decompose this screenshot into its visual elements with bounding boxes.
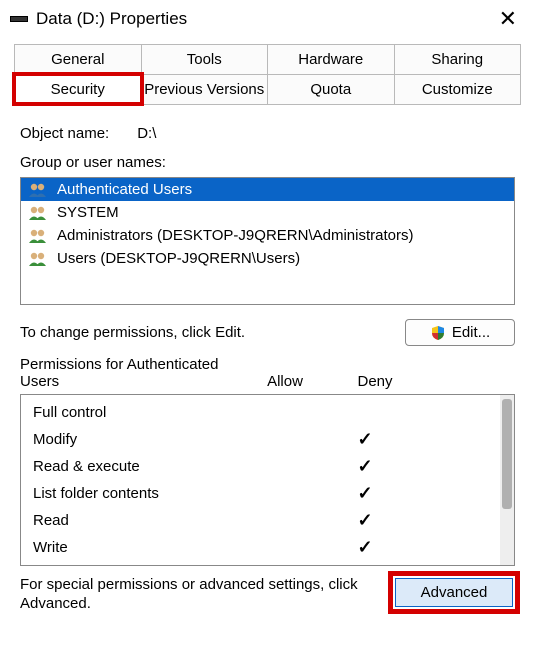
permissions-scrollbar[interactable] xyxy=(500,395,514,565)
titlebar: Data (D:) Properties ✕ xyxy=(0,0,535,36)
permissions-rows[interactable]: Full control Modify ✓ Read & execute ✓ L… xyxy=(21,395,500,565)
tab-strip: General Tools Hardware Sharing Security … xyxy=(14,44,521,105)
tab-quota[interactable]: Quota xyxy=(268,74,395,104)
advanced-button[interactable]: Advanced xyxy=(395,578,513,607)
list-item[interactable]: Users (DESKTOP-J9QRERN\Users) xyxy=(21,247,514,270)
perm-name: Modify xyxy=(33,431,320,448)
list-item-label: Administrators (DESKTOP-J9QRERN\Administ… xyxy=(57,227,413,244)
scrollbar-thumb[interactable] xyxy=(502,399,512,509)
window-title: Data (D:) Properties xyxy=(36,9,491,29)
tab-customize[interactable]: Customize xyxy=(395,74,522,104)
drive-icon xyxy=(10,16,28,22)
users-icon xyxy=(27,251,49,267)
list-item[interactable]: SYSTEM xyxy=(21,201,514,224)
advanced-hint: For special permissions or advanced sett… xyxy=(20,576,383,614)
tab-previous-versions[interactable]: Previous Versions xyxy=(142,74,269,104)
advanced-row: For special permissions or advanced sett… xyxy=(20,576,515,614)
edit-button[interactable]: Edit... xyxy=(405,319,515,346)
advanced-highlight: Advanced xyxy=(393,576,515,609)
table-row[interactable]: Read & execute ✓ xyxy=(33,453,500,480)
allow-column-header: Allow xyxy=(240,373,330,390)
users-icon xyxy=(27,182,49,198)
list-item-label: SYSTEM xyxy=(57,204,119,221)
permissions-header: Permissions for Authenticated Users Allo… xyxy=(20,356,515,390)
table-row[interactable]: Modify ✓ xyxy=(33,426,500,453)
groups-listbox[interactable]: Authenticated Users SYSTEM Administrator… xyxy=(20,177,515,305)
table-row[interactable]: Write ✓ xyxy=(33,534,500,561)
tab-row-2: Security Previous Versions Quota Customi… xyxy=(14,74,521,104)
tab-sharing[interactable]: Sharing xyxy=(395,44,522,74)
deny-column-header: Deny xyxy=(330,373,420,390)
perm-name: List folder contents xyxy=(33,485,320,502)
table-row[interactable]: Read ✓ xyxy=(33,507,500,534)
close-icon[interactable]: ✕ xyxy=(491,6,525,32)
edit-row: To change permissions, click Edit. Edit.… xyxy=(20,319,515,346)
security-panel: Object name: D:\ Group or user names: Au… xyxy=(0,105,535,614)
permissions-label: Permissions for Authenticated Users xyxy=(20,356,240,390)
perm-name: Read xyxy=(33,512,320,529)
perm-allow: ✓ xyxy=(320,537,410,558)
tab-security[interactable]: Security xyxy=(14,74,142,104)
perm-name: Read & execute xyxy=(33,458,320,475)
perm-allow: ✓ xyxy=(320,483,410,504)
perm-name: Write xyxy=(33,539,320,556)
edit-hint: To change permissions, click Edit. xyxy=(20,324,395,341)
perm-allow: ✓ xyxy=(320,429,410,450)
object-name-value: D:\ xyxy=(137,125,156,142)
users-icon xyxy=(27,205,49,221)
shield-icon xyxy=(430,325,446,341)
perm-name: Full control xyxy=(33,404,320,421)
tab-tools[interactable]: Tools xyxy=(142,44,269,74)
groups-label: Group or user names: xyxy=(20,154,515,171)
table-row[interactable]: List folder contents ✓ xyxy=(33,480,500,507)
tab-general[interactable]: General xyxy=(14,44,142,74)
object-name-label: Object name: xyxy=(20,125,109,142)
users-icon xyxy=(27,228,49,244)
tab-row-1: General Tools Hardware Sharing xyxy=(14,44,521,74)
table-row[interactable]: Full control xyxy=(33,399,500,426)
perm-allow: ✓ xyxy=(320,510,410,531)
permissions-listbox: Full control Modify ✓ Read & execute ✓ L… xyxy=(20,394,515,566)
perm-allow: ✓ xyxy=(320,456,410,477)
edit-button-label: Edit... xyxy=(452,324,490,341)
list-item[interactable]: Authenticated Users xyxy=(21,178,514,201)
list-item-label: Authenticated Users xyxy=(57,181,192,198)
list-item-label: Users (DESKTOP-J9QRERN\Users) xyxy=(57,250,300,267)
tab-hardware[interactable]: Hardware xyxy=(268,44,395,74)
list-item[interactable]: Administrators (DESKTOP-J9QRERN\Administ… xyxy=(21,224,514,247)
object-name-row: Object name: D:\ xyxy=(20,125,515,142)
